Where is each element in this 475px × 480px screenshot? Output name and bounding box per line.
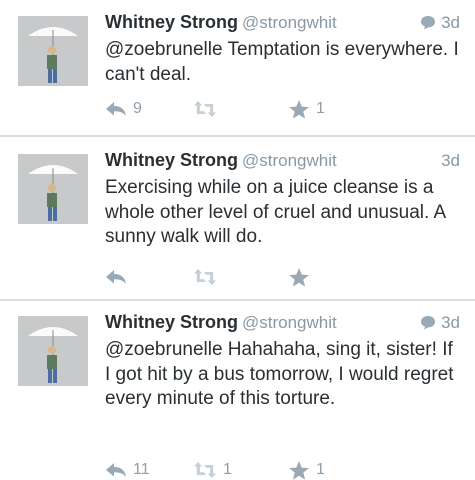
retweet-button[interactable]: 1 <box>193 458 232 480</box>
reply-icon <box>105 268 127 286</box>
retweet-icon <box>193 100 217 118</box>
user-name[interactable]: Whitney Strong <box>105 312 238 332</box>
favorite-button[interactable]: 1 <box>288 97 325 121</box>
conversation-icon <box>420 15 436 35</box>
favorite-button[interactable] <box>288 265 316 289</box>
retweet-icon <box>193 268 217 286</box>
avatar-photo <box>18 154 88 224</box>
favorite-count: 1 <box>316 461 325 478</box>
favorite-count: 1 <box>316 100 325 117</box>
divider <box>0 135 475 137</box>
tweet-text: Exercising while on a juice cleanse is a… <box>105 177 446 247</box>
star-icon <box>288 99 310 120</box>
avatar[interactable] <box>18 316 88 386</box>
avatar[interactable] <box>18 154 88 224</box>
reply-button[interactable]: 9 <box>105 97 142 121</box>
reply-button[interactable] <box>105 265 133 289</box>
timestamp[interactable]: 3d <box>441 13 460 32</box>
user-name[interactable]: Whitney Strong <box>105 150 238 170</box>
tweet-timeline: Whitney Strong @strongwhit 3d @zoebrunell… <box>0 0 475 480</box>
tweet[interactable]: Whitney Strong @strongwhit 3d @zoebrunell… <box>0 0 475 135</box>
reply-icon <box>105 100 127 118</box>
tweet-header: Whitney Strong @strongwhit 3d <box>105 150 460 174</box>
user-handle[interactable]: @strongwhit <box>242 151 337 170</box>
tweet-text: @zoebrunelle Hahahaha, sing it, sister! … <box>105 339 454 409</box>
tweet-meta: 3d <box>420 13 460 35</box>
tweet-header: Whitney Strong @strongwhit 3d <box>105 312 460 336</box>
reply-button[interactable]: 11 <box>105 458 150 480</box>
timestamp[interactable]: 3d <box>441 313 460 332</box>
tweet-meta: 3d <box>420 313 460 335</box>
retweet-icon <box>193 461 217 479</box>
tweet-actions <box>105 265 460 289</box>
tweet[interactable]: Whitney Strong @strongwhit 3d Exercising … <box>0 138 475 298</box>
user-name[interactable]: Whitney Strong <box>105 12 238 32</box>
tweet-actions: 9 1 <box>105 97 460 121</box>
tweet-text: @zoebrunelle Temptation is everywhere. I… <box>105 39 459 85</box>
reply-count: 9 <box>133 100 142 117</box>
conversation-icon <box>420 315 436 335</box>
retweet-button[interactable] <box>193 265 223 289</box>
star-icon <box>288 267 310 288</box>
tweet-actions: 11 1 1 <box>105 458 460 480</box>
retweet-button[interactable] <box>193 97 223 121</box>
reply-icon <box>105 461 127 479</box>
user-handle[interactable]: @strongwhit <box>242 313 337 332</box>
tweet-header: Whitney Strong @strongwhit 3d <box>105 12 460 36</box>
timestamp[interactable]: 3d <box>441 151 460 170</box>
avatar-photo <box>18 316 88 386</box>
user-handle[interactable]: @strongwhit <box>242 13 337 32</box>
favorite-button[interactable]: 1 <box>288 458 325 480</box>
avatar-photo <box>18 16 88 86</box>
tweet[interactable]: Whitney Strong @strongwhit 3d @zoebrunell… <box>0 300 475 480</box>
retweet-count: 1 <box>223 461 232 478</box>
avatar[interactable] <box>18 16 88 86</box>
reply-count: 11 <box>133 461 150 478</box>
tweet-meta: 3d <box>441 151 460 171</box>
star-icon <box>288 460 310 480</box>
